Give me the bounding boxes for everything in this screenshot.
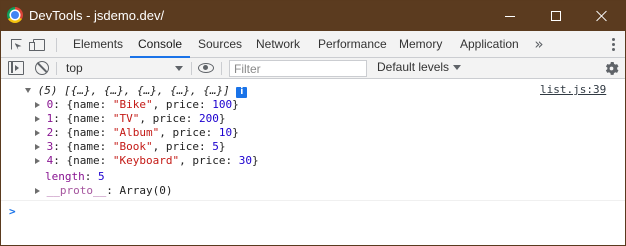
chrome-icon <box>7 7 23 23</box>
caret-down-icon <box>453 65 462 70</box>
minimize-button[interactable] <box>487 1 533 31</box>
maximize-icon <box>551 11 561 21</box>
list-item[interactable]: 2: {name: "Album", price: 10} <box>35 126 239 140</box>
console-toolbar: top Default levels <box>1 58 625 79</box>
inspect-icon <box>10 39 22 50</box>
more-tabs-icon[interactable]: » <box>529 31 549 58</box>
expand-triangle-icon[interactable] <box>35 102 40 108</box>
maximize-button[interactable] <box>533 1 579 31</box>
devtools-window: DevTools - jsdemo.dev/ Elements Console … <box>0 0 626 246</box>
divider <box>191 62 192 75</box>
device-toolbar-button[interactable] <box>28 31 50 58</box>
window-title: DevTools - jsdemo.dev/ <box>29 8 165 23</box>
array-preview: [{…}, {…}, {…}, {…}, {…}] <box>64 84 230 97</box>
expand-triangle-icon[interactable] <box>35 116 40 122</box>
close-icon <box>596 10 608 22</box>
array-summary[interactable]: (5) [{…}, {…}, {…}, {…}, {…}] i <box>25 84 248 98</box>
context-selector[interactable]: top <box>61 58 187 79</box>
tab-network[interactable]: Network <box>248 31 308 58</box>
tab-performance[interactable]: Performance <box>310 31 395 58</box>
expand-triangle-icon[interactable] <box>35 188 40 194</box>
minimize-icon <box>505 16 515 17</box>
info-icon: i <box>236 87 248 98</box>
collapse-triangle-icon[interactable] <box>25 88 31 93</box>
clear-console-icon[interactable] <box>35 61 49 75</box>
list-item[interactable]: 4: {name: "Keyboard", price: 30} <box>35 154 259 168</box>
console-output: (5) [{…}, {…}, {…}, {…}, {…}] i list.js:… <box>1 79 625 245</box>
tab-sources[interactable]: Sources <box>190 31 250 58</box>
divider <box>56 38 57 52</box>
expand-triangle-icon[interactable] <box>35 130 40 136</box>
list-item[interactable]: 3: {name: "Book", price: 5} <box>35 140 225 154</box>
title-bar[interactable]: DevTools - jsdemo.dev/ <box>1 1 625 31</box>
log-levels-dropdown[interactable]: Default levels <box>373 58 465 79</box>
console-sidebar-icon[interactable] <box>8 61 24 75</box>
divider <box>56 62 57 75</box>
device-icon <box>29 38 45 51</box>
devtools-tab-bar: Elements Console Sources Network Perform… <box>1 31 625 58</box>
list-item[interactable]: 0: {name: "Bike", price: 100} <box>35 98 239 112</box>
more-options-icon[interactable] <box>605 31 621 58</box>
expand-triangle-icon[interactable] <box>35 158 40 164</box>
array-length: length: 5 <box>45 170 105 183</box>
inspect-element-button[interactable] <box>5 31 27 58</box>
expand-triangle-icon[interactable] <box>35 144 40 150</box>
tab-memory[interactable]: Memory <box>391 31 450 58</box>
tab-console[interactable]: Console <box>130 31 191 58</box>
tab-elements[interactable]: Elements <box>65 31 131 58</box>
context-value: top <box>66 61 83 75</box>
list-item[interactable]: 1: {name: "TV", price: 200} <box>35 112 225 126</box>
filter-input[interactable] <box>229 60 367 77</box>
log-message: (5) [{…}, {…}, {…}, {…}, {…}] i list.js:… <box>1 79 625 201</box>
tab-application[interactable]: Application <box>452 31 527 58</box>
array-proto[interactable]: __proto__: Array(0) <box>35 184 172 198</box>
log-levels-label: Default levels <box>377 60 450 74</box>
divider <box>221 62 222 75</box>
live-expression-eye-icon[interactable] <box>198 63 214 73</box>
caret-down-icon <box>175 66 183 71</box>
console-prompt[interactable]: > <box>9 205 16 218</box>
gear-icon[interactable] <box>604 61 619 76</box>
close-button[interactable] <box>579 1 625 31</box>
source-link[interactable]: list.js:39 <box>540 83 606 97</box>
